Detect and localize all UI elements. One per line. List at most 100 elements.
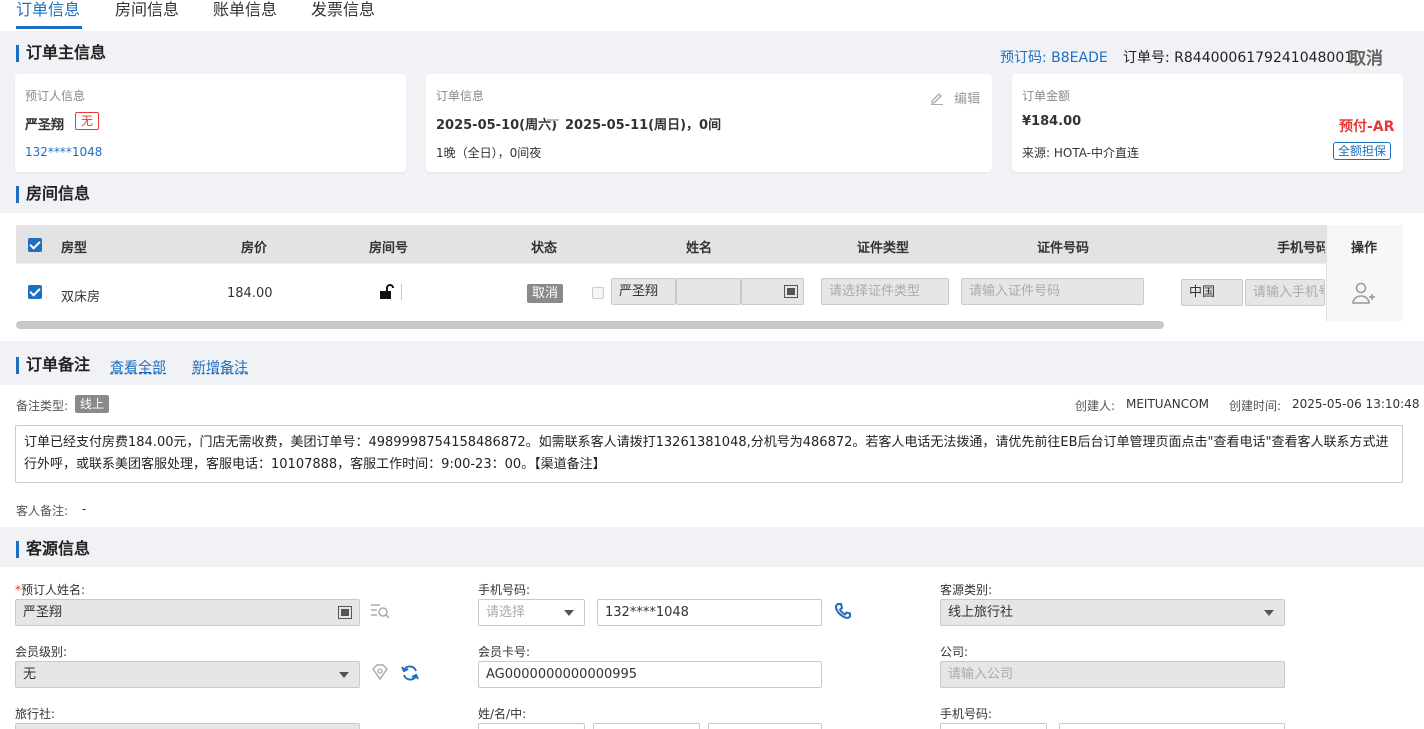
nights-info: 1晚（全日），0间夜: [436, 146, 542, 160]
guest-name-input[interactable]: 严圣翔: [611, 278, 676, 305]
member-level-select[interactable]: 无: [15, 661, 360, 688]
company-placeholder: 请输入公司: [948, 667, 1014, 682]
row-checkbox[interactable]: [28, 285, 42, 299]
phone-call-icon[interactable]: [833, 601, 853, 621]
order-info-label: 订单信息: [436, 89, 485, 103]
header-status: 状态: [531, 241, 558, 256]
order-amount: ¥184.00: [1022, 114, 1082, 129]
edit-button[interactable]: 编辑: [930, 88, 980, 107]
remark-type-tag: 线上: [75, 395, 110, 413]
phone-prefix-select[interactable]: 请选择: [478, 599, 585, 626]
booker-name: 严圣翔: [25, 118, 65, 133]
member-card-input[interactable]: AG0000000000000995: [478, 661, 822, 688]
id-type-placeholder: 请选择证件类型: [829, 284, 921, 299]
booker-name-label-text: 预订人姓名:: [21, 583, 86, 597]
order-number: 订单号: R8440006179241048001: [1123, 50, 1354, 66]
checkin-date: 2025-05-10(周六): [436, 118, 558, 133]
cancel-order-button[interactable]: 取消: [1349, 44, 1383, 69]
member-card-label: 会员卡号:: [478, 645, 531, 659]
middle-name-input[interactable]: [708, 723, 822, 729]
phone-label: 手机号码:: [478, 583, 531, 597]
chevron-down-icon: [1264, 610, 1274, 616]
room-price: 184.00: [227, 286, 273, 301]
checkout-date: 2025-05-11(周日)，0间: [565, 118, 722, 133]
guest-remark-label: 客人备注:: [16, 504, 69, 518]
id-card-icon[interactable]: [784, 285, 798, 298]
search-list-icon[interactable]: [370, 602, 390, 620]
guest-idcard-read-input[interactable]: [741, 278, 804, 305]
header-name: 姓名: [686, 241, 713, 256]
name-parts-label: 姓/名/中:: [478, 707, 527, 721]
company-label: 公司:: [940, 645, 969, 659]
create-time-label: 创建时间:: [1229, 399, 1282, 413]
remark-content: 订单已经支付房费184.00元，门店无需收费，美团订单号：49899987541…: [15, 425, 1403, 483]
view-all-remarks-link[interactable]: 查看全部: [110, 357, 166, 377]
phone2-input[interactable]: [1059, 723, 1285, 729]
order-source: 来源: HOTA-中介直连: [1022, 146, 1140, 160]
phone-input[interactable]: 132****1048: [597, 599, 822, 626]
header-id-type: 证件类型: [857, 241, 910, 256]
tab-invoice-info[interactable]: 发票信息: [311, 0, 375, 20]
refresh-icon[interactable]: [400, 663, 420, 683]
pay-type: 预付-AR: [1339, 119, 1395, 135]
unlock-icon[interactable]: [378, 284, 394, 300]
header-id-no: 证件号码: [1037, 241, 1090, 256]
booking-code: 预订码: B8EADE: [1000, 50, 1108, 66]
booker-name-label: *预订人姓名:: [15, 583, 86, 597]
phone2-label: 手机号码:: [940, 707, 993, 721]
header-phone: 手机号码: [1277, 241, 1325, 256]
chevron-down-icon: [339, 672, 349, 678]
source-type-label: 客源类别:: [940, 583, 993, 597]
country-code-select[interactable]: 中国: [1181, 279, 1243, 306]
booker-phone[interactable]: 132****1048: [25, 145, 102, 159]
room-no-divider: [401, 284, 402, 300]
id-card-icon[interactable]: [338, 606, 352, 619]
creator-label: 创建人:: [1075, 399, 1116, 413]
member-level-value: 无: [23, 667, 37, 682]
booker-name-value: 严圣翔: [23, 605, 63, 620]
guest-phone-input[interactable]: 请输入手机号: [1245, 279, 1325, 306]
phone-prefix-placeholder: 请选择: [486, 605, 526, 620]
header-room-no: 房间号: [369, 241, 409, 256]
tab-room-info[interactable]: 房间信息: [115, 0, 179, 20]
booker-label: 预订人信息: [25, 89, 86, 103]
amount-card: 订单金额 ¥184.00 预付-AR 来源: HOTA-中介直连 全额担保: [1012, 74, 1403, 172]
edit-label: 编辑: [954, 92, 981, 107]
guest-checkbox[interactable]: [592, 287, 604, 299]
id-number-input[interactable]: 请输入证件号码: [961, 278, 1144, 305]
section-title-room: 房间信息: [16, 184, 90, 204]
tab-bill-info[interactable]: 账单信息: [213, 0, 277, 20]
source-panel: [0, 567, 1424, 729]
horizontal-scrollbar[interactable]: [16, 321, 1164, 329]
select-all-checkbox[interactable]: [28, 238, 42, 252]
vip-diamond-icon[interactable]: [370, 663, 390, 681]
chevron-down-icon: [564, 610, 574, 616]
tab-bar: 订单信息 房间信息 账单信息 发票信息: [0, 0, 1424, 31]
member-badge: 无: [75, 112, 100, 130]
order-info-card: 订单信息 编辑 2025-05-10(周六) 2025-05-11(周日)，0间…: [426, 74, 992, 172]
company-input[interactable]: 请输入公司: [940, 661, 1285, 688]
room-status-badge: 取消: [527, 284, 564, 303]
room-table: [0, 213, 1424, 341]
add-guest-icon[interactable]: [1352, 282, 1376, 304]
given-name-input[interactable]: [593, 723, 700, 729]
guest-name-extra-input[interactable]: [676, 278, 741, 305]
header-action: 操作: [1351, 241, 1378, 256]
row-divider: [16, 263, 1326, 264]
booker-name-input[interactable]: 严圣翔: [15, 599, 360, 626]
phone2-prefix-select[interactable]: [940, 723, 1047, 729]
add-remark-link[interactable]: 新增备注: [192, 357, 248, 377]
guest-remark-value: -: [82, 502, 87, 516]
id-type-select[interactable]: 请选择证件类型: [821, 278, 949, 305]
section-title-remark: 订单备注: [16, 355, 90, 375]
header-price: 房价: [241, 241, 268, 256]
tab-order-info[interactable]: 订单信息: [16, 0, 80, 20]
room-type: 双床房: [61, 290, 101, 305]
booker-card: 预订人信息 严圣翔 无 132****1048: [15, 74, 406, 172]
member-level-label: 会员级别:: [15, 645, 68, 659]
source-type-select[interactable]: 线上旅行社: [940, 599, 1285, 626]
remark-type-label: 备注类型:: [16, 399, 69, 413]
agency-select[interactable]: [15, 723, 360, 729]
surname-input[interactable]: [478, 723, 585, 729]
edit-icon: [931, 93, 943, 105]
